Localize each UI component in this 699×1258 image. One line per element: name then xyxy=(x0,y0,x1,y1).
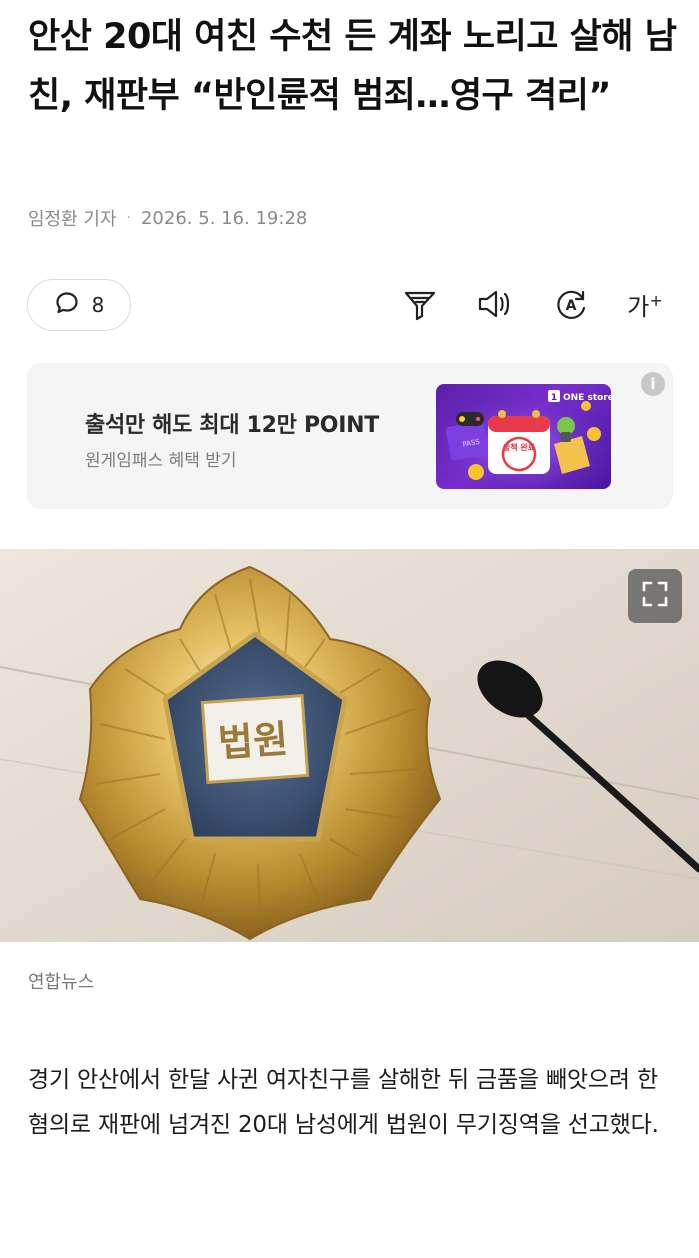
comment-count: 8 xyxy=(91,293,105,317)
font-size-label: 가 xyxy=(627,292,650,321)
ad-banner[interactable]: 출석만 해도 최대 12만 POINT 원게임패스 혜택 받기 i 1 ONE … xyxy=(27,363,673,509)
ad-brand-mark: 1 xyxy=(551,393,557,403)
ad-stamp-text: 출첵 완료 xyxy=(503,442,536,452)
byline: 임정환 기자 · 2026. 5. 16. 19:28 xyxy=(28,205,307,231)
expand-photo-button[interactable] xyxy=(628,569,682,623)
reporter-name[interactable]: 임정환 기자 xyxy=(28,205,117,231)
expand-icon xyxy=(640,579,670,613)
comment-icon xyxy=(54,290,80,320)
ad-info-icon[interactable]: i xyxy=(641,372,665,396)
font-size-icon[interactable]: 가 + xyxy=(625,284,665,324)
translate-glyph: A xyxy=(566,298,577,314)
ad-image: 1 ONE store PASS 출첵 완료 xyxy=(436,384,611,489)
publish-datetime: 2026. 5. 16. 19:28 xyxy=(140,207,308,229)
article-headline: 안산 20대 여친 수천 든 계좌 노리고 살해 남친, 재판부 “반인륜적 범… xyxy=(28,17,677,116)
font-size-plus: + xyxy=(649,290,663,310)
article-photo[interactable]: 법원 xyxy=(0,549,699,942)
byline-separator: · xyxy=(126,210,131,226)
translate-icon[interactable]: A xyxy=(551,284,591,324)
photo-caption: 연합뉴스 xyxy=(28,972,95,993)
ad-subtitle: 원게임패스 혜택 받기 xyxy=(85,451,237,471)
comment-button[interactable]: 8 xyxy=(27,279,131,331)
ad-title: 출석만 해도 최대 12만 POINT xyxy=(85,413,379,438)
emblem-sign-text: 법원 xyxy=(217,717,290,766)
summary-icon[interactable] xyxy=(400,284,440,324)
article-body-paragraph: 경기 안산에서 한달 사귄 여자친구를 살해한 뒤 금품을 빼앗으려 한 혐의로… xyxy=(28,1067,659,1138)
speaker-icon[interactable] xyxy=(475,284,515,324)
